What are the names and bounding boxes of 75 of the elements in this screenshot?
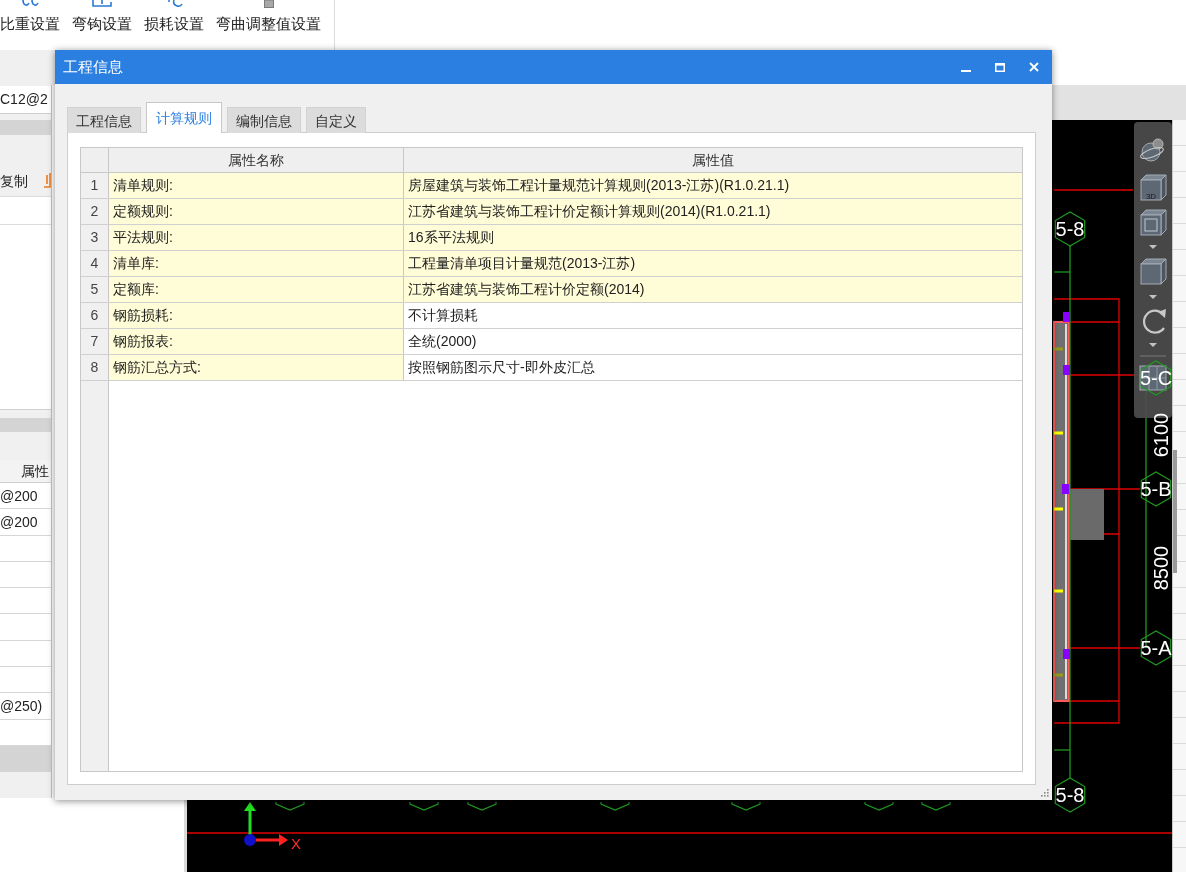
dimension-text: 6100 [1150,412,1172,458]
node-marker [1063,649,1070,659]
table-cell: 工程量清单项目计量规范(2013-江苏) [404,251,1022,276]
document-icon[interactable] [43,173,51,188]
axis-bubble [731,801,761,811]
close-icon [1029,62,1039,72]
ribbon-button[interactable]: 弯钩设置 [72,0,132,34]
table-cell: @250) [0,697,43,715]
bar-icon [263,0,274,8]
coordinate-axes-icon [244,802,288,846]
table-cell: 定额库: [109,277,404,302]
node-marker [1063,365,1070,375]
table-cell: 清单规则: [109,173,404,198]
dimension-line [1053,749,1071,751]
minimize-icon [961,70,971,72]
tab[interactable]: 计算规则 [146,102,222,133]
table-cell: 钢筋损耗: [109,303,404,328]
table-cell: 钢筋汇总方式: [109,355,404,380]
resize-grip-icon[interactable] [1040,788,1049,797]
axis-bubble [921,801,951,811]
axis-bubble [275,801,305,811]
caret-icon[interactable] [1149,295,1157,299]
column-header: 属性名称 [228,151,284,169]
table-cell: @200 [0,486,38,505]
squiggle-icon [20,0,40,8]
table-cell: 平法规则: [109,225,404,250]
node-marker [1063,312,1070,322]
axis-bubble: 5-8 [1054,777,1086,813]
tab[interactable]: 工程信息 [67,107,141,133]
bracket-icon [91,0,113,8]
column-header: 属性 [21,462,49,480]
splitter-handle[interactable] [1173,450,1177,573]
table-cell: 钢筋报表: [109,329,404,354]
dimension-line [1053,271,1071,273]
table-cell: 江苏省建筑与装饰工程计价定额计算规则(2014)(R1.0.21.1) [404,199,1022,224]
axis-bubble [409,801,439,811]
column [1070,489,1104,540]
tab[interactable]: 自定义 [306,107,366,133]
axis-bubble: 5-8 [1054,211,1086,247]
maximize-icon [995,62,1005,72]
axis-bubble: 5-A [1140,630,1172,666]
caret-icon[interactable] [1149,343,1157,347]
axis-bubble: 5-B [1140,471,1172,507]
table-cell: 16系平法规则 [404,225,1022,250]
rebar-tick [1054,673,1063,677]
rebar-tick [1054,431,1063,435]
window-title: 工程信息 [62,57,123,77]
cube-icon[interactable] [1140,209,1167,236]
copy-button[interactable]: 复制 [0,170,28,191]
axis-bubble: 5-C [1139,360,1172,396]
axis-bubble [600,801,630,811]
ribbon-button[interactable]: 比重设置 [0,0,60,34]
rebar-tick [1054,507,1063,511]
cube-icon[interactable] [1140,258,1167,285]
table-cell: 定额规则: [109,199,404,224]
table-cell: 清单库: [109,251,404,276]
node-marker [1062,484,1069,494]
ribbon-button[interactable]: 弯曲调整值设置 [216,0,321,34]
axis-name-label: X [291,835,301,852]
tab[interactable]: 编制信息 [227,107,301,133]
caret-icon[interactable] [1149,245,1157,249]
rotate-icon[interactable] [1143,309,1166,334]
rebar-tick [1054,347,1063,351]
table-cell: 江苏省建筑与装饰工程计价定额(2014) [404,277,1022,302]
axis-bubble [864,801,894,811]
ribbon-button[interactable]: 损耗设置 [144,0,204,34]
dimension-text: 8500 [1150,545,1172,591]
cube-icon[interactable] [1140,174,1167,201]
rebar-tick [1054,589,1063,593]
orbit-icon[interactable] [1140,138,1164,162]
column-header: 属性值 [692,151,734,169]
axis-bubble [467,801,497,811]
input-field[interactable]: C12@2 [0,86,51,114]
table-cell: 房屋建筑与装饰工程计量规范计算规则(2013-江苏)(R1.0.21.1) [404,173,1022,198]
table-cell: @200 [0,512,38,531]
